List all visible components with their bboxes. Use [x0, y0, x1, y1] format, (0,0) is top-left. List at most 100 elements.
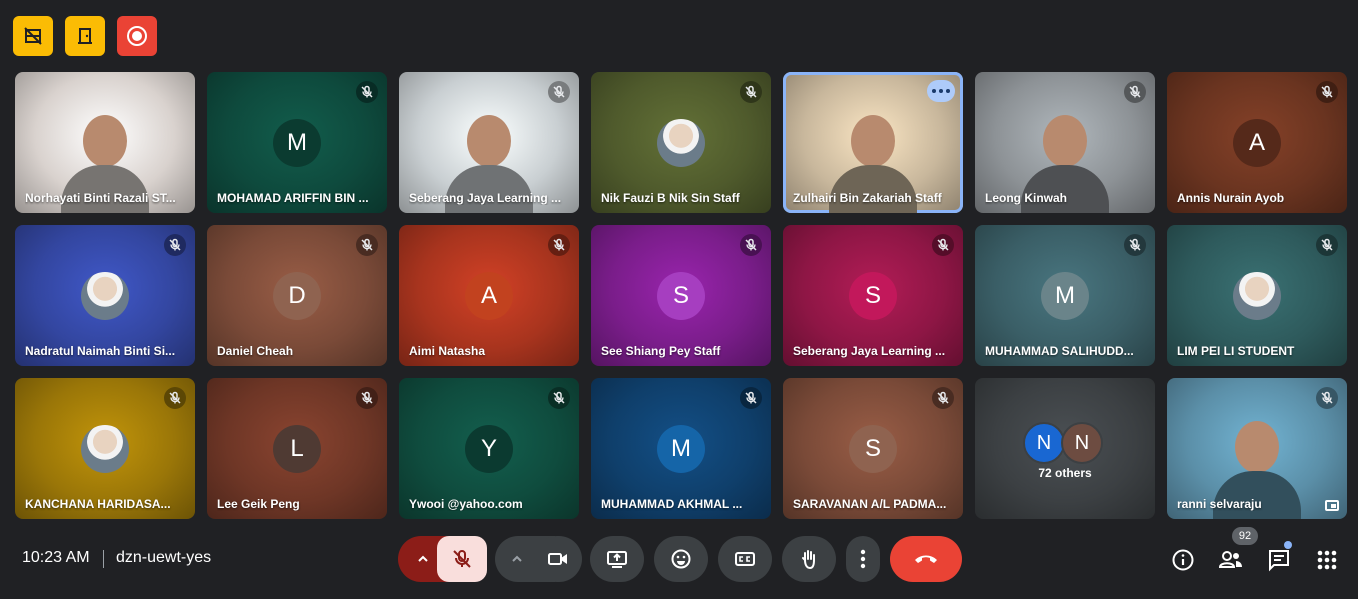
- people-icon: [1218, 551, 1242, 568]
- avatar: A: [1233, 118, 1281, 167]
- avatar: M: [1041, 271, 1089, 320]
- more-vertical-icon: [860, 549, 866, 569]
- avatar: D: [273, 271, 321, 320]
- participant-tile[interactable]: S Seberang Jaya Learning ...: [783, 225, 963, 366]
- participant-name: MUHAMMAD AKHMAL ...: [601, 497, 743, 511]
- hand-icon: [802, 550, 815, 570]
- participant-tile[interactable]: L Lee Geik Peng: [207, 378, 387, 519]
- participant-tile[interactable]: Zulhairi Bin Zakariah Staff: [783, 72, 963, 213]
- meeting-details-button[interactable]: [1169, 546, 1197, 574]
- chevron-up-icon: [512, 555, 522, 562]
- picture-in-picture-icon[interactable]: [1325, 500, 1339, 511]
- avatar: Y: [465, 424, 513, 473]
- participant-tile[interactable]: M MOHAMAD ARIFFIN BIN ...: [207, 72, 387, 213]
- participant-name: Seberang Jaya Learning ...: [409, 191, 562, 205]
- tile-more-options-button[interactable]: [927, 80, 955, 102]
- mic-off-icon: [745, 238, 757, 251]
- chat-notification-dot: [1284, 541, 1292, 549]
- captions-button[interactable]: [718, 536, 772, 582]
- avatar: M: [657, 424, 705, 473]
- avatar-photo: [81, 424, 129, 473]
- participant-tile[interactable]: D Daniel Cheah: [207, 225, 387, 366]
- mic-off-icon: [937, 391, 949, 404]
- recording-button[interactable]: [117, 16, 157, 56]
- avatar: S: [849, 271, 897, 320]
- bottom-bar: 10:23 AM dzn-uewt-yes: [0, 533, 1358, 585]
- mic-off-icon: [453, 550, 471, 568]
- muted-indicator: [1316, 387, 1338, 409]
- participant-tile[interactable]: A Annis Nurain Ayob: [1167, 72, 1347, 213]
- hide-tiles-icon: [24, 27, 42, 45]
- participant-tile[interactable]: Leong Kinwah: [975, 72, 1155, 213]
- chevron-up-icon: [418, 555, 428, 562]
- participant-tile[interactable]: S SARAVANAN A/L PADMA...: [783, 378, 963, 519]
- mic-off-icon: [1321, 238, 1333, 251]
- participant-tile[interactable]: M MUHAMMAD AKHMAL ...: [591, 378, 771, 519]
- mic-off-icon: [745, 85, 757, 98]
- participant-tile[interactable]: LIM PEI LI STUDENT: [1167, 225, 1347, 366]
- participant-name: Zulhairi Bin Zakariah Staff: [793, 191, 942, 205]
- muted-indicator: [356, 387, 378, 409]
- avatar-photo: [657, 118, 705, 167]
- participant-tile[interactable]: Norhayati Binti Razali ST...: [15, 72, 195, 213]
- participant-tile[interactable]: Seberang Jaya Learning ...: [399, 72, 579, 213]
- muted-indicator: [164, 234, 186, 256]
- muted-indicator: [548, 81, 570, 103]
- chat-button[interactable]: [1265, 546, 1293, 574]
- video-camera-icon: [548, 553, 567, 565]
- muted-indicator: [164, 387, 186, 409]
- mic-off-icon: [553, 391, 565, 404]
- participant-grid: Norhayati Binti Razali ST... M MOHAMAD ARI…: [15, 72, 1347, 519]
- participant-tile[interactable]: ranni selvaraju: [1167, 378, 1347, 519]
- participant-tile[interactable]: M MUHAMMAD SALIHUDD...: [975, 225, 1155, 366]
- avatar: S: [657, 271, 705, 320]
- reactions-button[interactable]: [654, 536, 708, 582]
- info-icon: [1172, 549, 1194, 571]
- participant-tile[interactable]: S See Shiang Pey Staff: [591, 225, 771, 366]
- participant-tile[interactable]: N N 72 others: [975, 378, 1155, 519]
- microphone-toggle-button[interactable]: [437, 536, 487, 582]
- more-options-button[interactable]: [846, 536, 880, 582]
- present-screen-button[interactable]: [590, 536, 644, 582]
- avatar-photo: [1233, 271, 1281, 320]
- muted-indicator: [740, 234, 762, 256]
- participant-tile[interactable]: Nadratul Naimah Binti Si...: [15, 225, 195, 366]
- avatar: L: [273, 424, 321, 473]
- avatar: S: [849, 424, 897, 473]
- chat-icon: [1269, 550, 1289, 572]
- participant-tile[interactable]: A Aimi Natasha: [399, 225, 579, 366]
- leave-call-button[interactable]: [890, 536, 962, 582]
- door-icon: [78, 28, 92, 44]
- people-button[interactable]: [1217, 546, 1245, 574]
- activities-button[interactable]: [1313, 546, 1341, 574]
- muted-indicator: [1316, 234, 1338, 256]
- participant-tile[interactable]: KANCHANA HARIDASA...: [15, 378, 195, 519]
- mic-off-icon: [553, 85, 565, 98]
- muted-indicator: [932, 234, 954, 256]
- participant-name: KANCHANA HARIDASA...: [25, 497, 171, 511]
- muted-indicator: [356, 81, 378, 103]
- participant-tile[interactable]: Y Ywooi @yahoo.com: [399, 378, 579, 519]
- raise-hand-button[interactable]: [782, 536, 836, 582]
- muted-indicator: [1124, 234, 1146, 256]
- participant-tile[interactable]: Nik Fauzi B Nik Sin Staff: [591, 72, 771, 213]
- host-controls-button[interactable]: [65, 16, 105, 56]
- camera-toggle-button[interactable]: [534, 536, 582, 582]
- hide-tiles-button[interactable]: [13, 16, 53, 56]
- present-screen-icon: [607, 551, 627, 568]
- avatar-photo: [81, 271, 129, 320]
- top-toolbar: [13, 16, 157, 56]
- meeting-code[interactable]: dzn-uewt-yes: [116, 549, 211, 567]
- muted-indicator: [740, 387, 762, 409]
- mic-off-icon: [1129, 85, 1141, 98]
- divider: [103, 550, 104, 568]
- participant-name: LIM PEI LI STUDENT: [1177, 344, 1295, 358]
- participant-name: Lee Geik Peng: [217, 497, 300, 511]
- participant-name: Norhayati Binti Razali ST...: [25, 191, 176, 205]
- record-icon: [127, 26, 147, 46]
- participant-name: Nadratul Naimah Binti Si...: [25, 344, 176, 358]
- muted-indicator: [356, 234, 378, 256]
- muted-indicator: [1316, 81, 1338, 103]
- participant-name: Ywooi @yahoo.com: [409, 497, 523, 511]
- mic-off-icon: [745, 391, 757, 404]
